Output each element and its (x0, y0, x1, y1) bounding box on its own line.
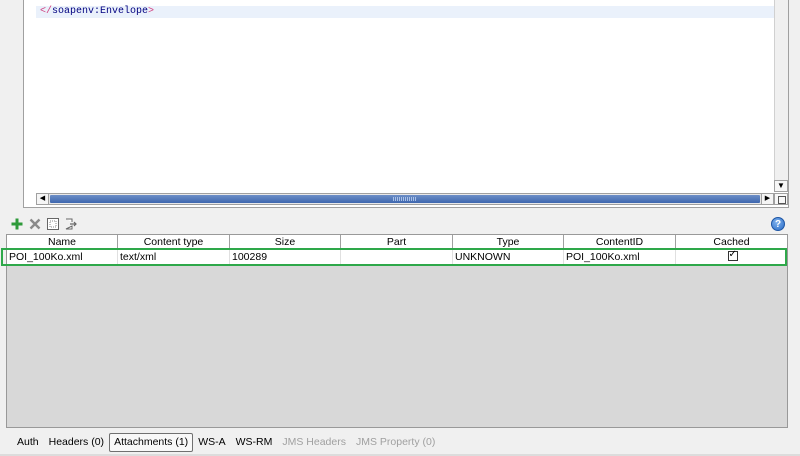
column-header-type[interactable]: Type (453, 235, 564, 250)
column-header-name[interactable]: Name (7, 235, 118, 250)
tag-open-bracket: </ (40, 6, 53, 17)
code-line: </soapenv:Envelope> (36, 6, 774, 18)
scroll-right-button[interactable]: ▶ (761, 194, 773, 204)
cached-checkbox[interactable] (727, 250, 738, 261)
tab-auth[interactable]: Auth (12, 433, 44, 452)
cell-content-id[interactable]: POI_100Ko.xml (564, 250, 676, 264)
tab-ws-a[interactable]: WS-A (193, 433, 230, 452)
delete-icon[interactable] (28, 217, 42, 231)
left-rail (0, 0, 6, 230)
horizontal-scrollbar[interactable]: ◀ ▶ (36, 193, 774, 205)
column-header-cached[interactable]: Cached (676, 235, 787, 250)
column-header-content-id[interactable]: ContentID (564, 235, 676, 250)
export-icon[interactable] (64, 217, 78, 231)
xml-editor-text[interactable]: </soapenv:Body> </soapenv:Envelope> (36, 0, 774, 190)
scroll-down-button[interactable]: ▼ (774, 180, 788, 192)
vertical-scrollbar[interactable] (774, 0, 788, 192)
closing-tag-name: soapenv:Envelope (52, 6, 149, 17)
table-row[interactable]: POI_100Ko.xml text/xml 100289 UNKNOWN PO… (7, 250, 787, 264)
column-header-content-type[interactable]: Content type (118, 235, 230, 250)
attachments-table: Name Content type Size Part Type Content… (6, 234, 788, 428)
tab-attachments[interactable]: Attachments (1) (109, 433, 194, 452)
column-header-part[interactable]: Part (341, 235, 453, 250)
cell-name[interactable]: POI_100Ko.xml (7, 250, 118, 264)
table-header: Name Content type Size Part Type Content… (7, 235, 787, 250)
plus-icon[interactable] (10, 217, 24, 231)
code-line-text: </soapenv:Body> (40, 0, 148, 2)
expand-editor-button[interactable] (774, 193, 788, 205)
cell-content-type[interactable]: text/xml (118, 250, 230, 264)
tab-headers[interactable]: Headers (0) (44, 433, 109, 452)
xml-editor: </soapenv:Body> </soapenv:Envelope> ▼ ◀ … (23, 0, 789, 208)
open-file-icon[interactable] (46, 217, 60, 231)
horizontal-scroll-thumb[interactable] (50, 195, 760, 203)
tab-jms-headers: JMS Headers (282, 436, 346, 448)
request-tab-bar: Auth Headers (0) Attachments (1) WS-A WS… (12, 433, 440, 452)
cell-part[interactable] (341, 250, 453, 264)
cell-type[interactable]: UNKNOWN (453, 250, 564, 264)
scroll-grip (393, 197, 417, 201)
cell-cached (676, 250, 787, 264)
cell-size[interactable]: 100289 (230, 250, 341, 264)
column-header-size[interactable]: Size (230, 235, 341, 250)
request-editor-panel: </soapenv:Body> </soapenv:Envelope> ▼ ◀ … (0, 0, 800, 456)
scroll-left-button[interactable]: ◀ (37, 194, 49, 204)
tab-jms-property: JMS Property (0) (355, 436, 436, 448)
tab-ws-rm[interactable]: WS-RM (231, 433, 278, 452)
tag-close-bracket: > (148, 6, 155, 17)
attachments-toolbar (10, 216, 78, 232)
help-icon[interactable]: ? (771, 217, 785, 231)
